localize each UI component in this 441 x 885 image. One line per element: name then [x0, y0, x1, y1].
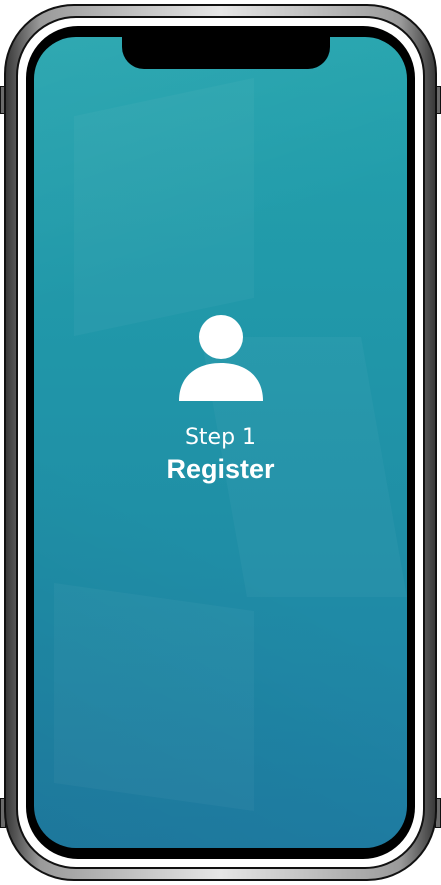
- phone-screen: Step 1 Register: [34, 37, 407, 848]
- step-title: Register: [166, 454, 275, 484]
- user-icon: [178, 315, 263, 401]
- background-facet: [54, 583, 254, 811]
- step-label: Step 1: [184, 425, 257, 450]
- onboarding-step: Step 1 Register: [34, 313, 407, 485]
- background-facet: [74, 78, 254, 336]
- phone-notch: [122, 37, 330, 69]
